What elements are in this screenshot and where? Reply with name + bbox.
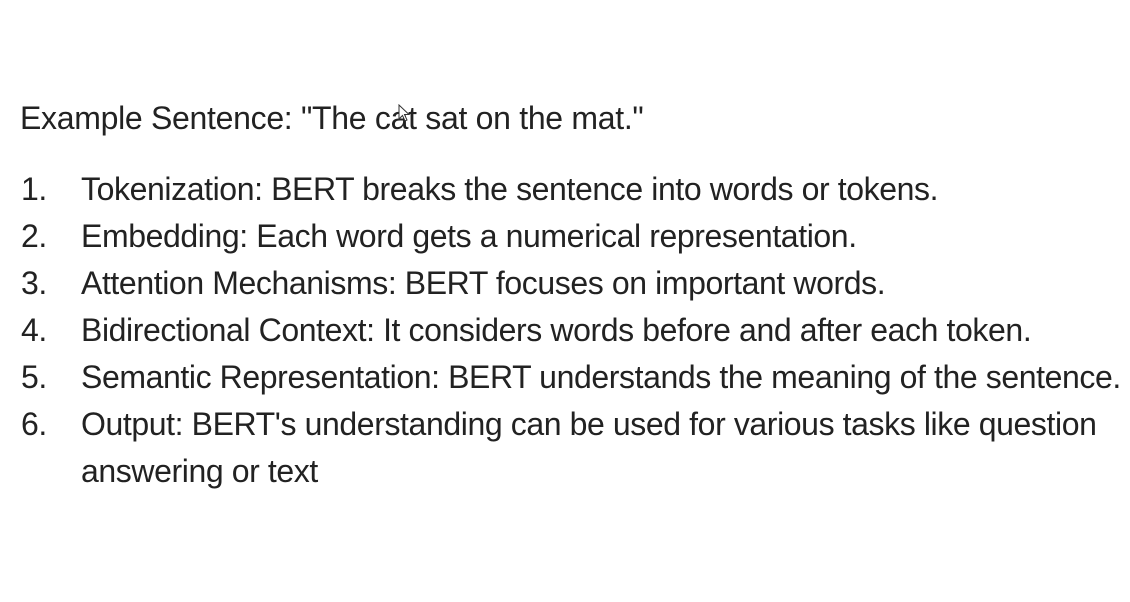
list-item-text: Embedding: Each word gets a numerical re… [81,218,857,254]
list-item: 6. Output: BERT's understanding can be u… [0,401,1121,495]
list-item-text: Tokenization: BERT breaks the sentence i… [81,171,939,207]
list-item-text: Attention Mechanisms: BERT focuses on im… [81,265,886,301]
list-item: 1. Tokenization: BERT breaks the sentenc… [0,166,1121,213]
list-item-number: 3. [21,265,47,301]
list-item-text: Output: BERT's understanding can be used… [81,406,1097,489]
list-item: 5. Semantic Representation: BERT underst… [0,354,1121,401]
list-item-number: 5. [21,359,47,395]
example-sentence: Example Sentence: "The cat sat on the ma… [20,100,644,136]
list-item: 3. Attention Mechanisms: BERT focuses on… [0,260,1121,307]
list-item: 2. Embedding: Each word gets a numerical… [0,213,1121,260]
document-page: Example Sentence: "The cat sat on the ma… [0,0,1130,602]
list-item-number: 2. [21,218,47,254]
list-item-text: Semantic Representation: BERT understand… [81,359,1121,395]
list-item: 4. Bidirectional Context: It considers w… [0,307,1121,354]
list-item-number: 6. [21,406,47,442]
list-item-number: 1. [21,171,47,207]
list-item-number: 4. [21,312,47,348]
list-item-text: Bidirectional Context: It considers word… [81,312,1032,348]
steps-list: 1. Tokenization: BERT breaks the sentenc… [0,166,1130,495]
mouse-pointer-icon [398,104,410,122]
